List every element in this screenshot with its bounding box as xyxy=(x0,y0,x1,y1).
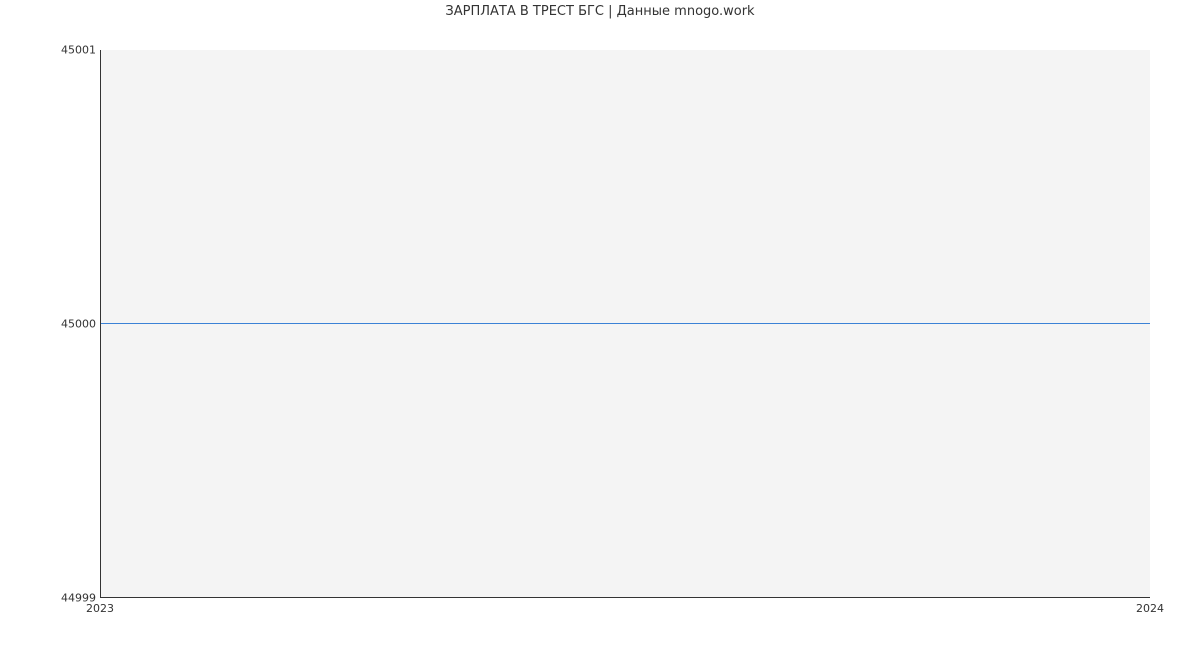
x-tick-label: 2024 xyxy=(1136,602,1164,615)
plot-area xyxy=(100,50,1150,598)
data-line-series-0 xyxy=(101,323,1150,324)
x-tick-label: 2023 xyxy=(86,602,114,615)
chart-title: ЗАРПЛАТА В ТРЕСТ БГС | Данные mnogo.work xyxy=(0,4,1200,19)
y-tick-label: 45000 xyxy=(56,318,96,331)
salary-chart: ЗАРПЛАТА В ТРЕСТ БГС | Данные mnogo.work… xyxy=(0,0,1200,650)
y-tick-label: 45001 xyxy=(56,44,96,57)
